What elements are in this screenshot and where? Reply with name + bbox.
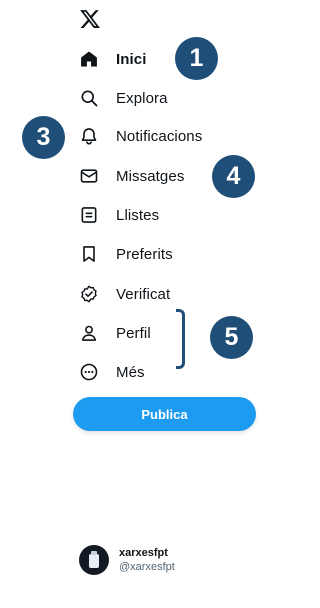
x-logo-icon[interactable] bbox=[79, 8, 101, 30]
nav-label: Inici bbox=[116, 50, 147, 68]
nav-item-home[interactable]: Inici bbox=[78, 45, 253, 73]
nav-label: Perfil bbox=[116, 324, 151, 342]
bell-icon bbox=[78, 125, 100, 147]
avatar bbox=[79, 545, 109, 575]
nav-label: Explora bbox=[116, 89, 168, 107]
search-icon bbox=[78, 87, 100, 109]
annotation-badge-4: 4 bbox=[212, 155, 255, 198]
publish-button[interactable]: Publica bbox=[73, 397, 256, 431]
nav-item-verified[interactable]: Verificat bbox=[78, 280, 253, 308]
nav-label: Missatges bbox=[116, 167, 185, 185]
nav-item-bookmarks[interactable]: Preferits bbox=[78, 240, 253, 268]
annotation-badge-3: 3 bbox=[22, 116, 65, 159]
nav-item-lists[interactable]: Llistes bbox=[78, 201, 253, 229]
nav-label: Notificacions bbox=[116, 127, 203, 145]
annotation-badge-1: 1 bbox=[175, 37, 218, 80]
account-name: xarxesfpt bbox=[119, 547, 168, 559]
bookmark-icon bbox=[78, 243, 100, 265]
nav-label: Preferits bbox=[116, 245, 173, 263]
person-icon bbox=[78, 322, 100, 344]
nav-item-more[interactable]: Més bbox=[78, 358, 253, 386]
more-circle-icon bbox=[78, 361, 100, 383]
envelope-icon bbox=[78, 165, 100, 187]
account-handle: @xarxesfpt bbox=[119, 561, 175, 573]
home-icon bbox=[78, 48, 100, 70]
nav-label: Més bbox=[116, 363, 145, 381]
annotation-bracket bbox=[176, 309, 185, 369]
list-icon bbox=[78, 204, 100, 226]
nav-label: Verificat bbox=[116, 285, 171, 303]
verified-icon bbox=[78, 283, 100, 305]
nav-item-notifications[interactable]: Notificacions bbox=[78, 122, 253, 150]
account-switcher[interactable]: xarxesfpt @xarxesfpt bbox=[79, 545, 175, 575]
nav-label: Llistes bbox=[116, 206, 160, 224]
nav-item-explore[interactable]: Explora bbox=[78, 84, 253, 112]
annotation-badge-5: 5 bbox=[210, 316, 253, 359]
